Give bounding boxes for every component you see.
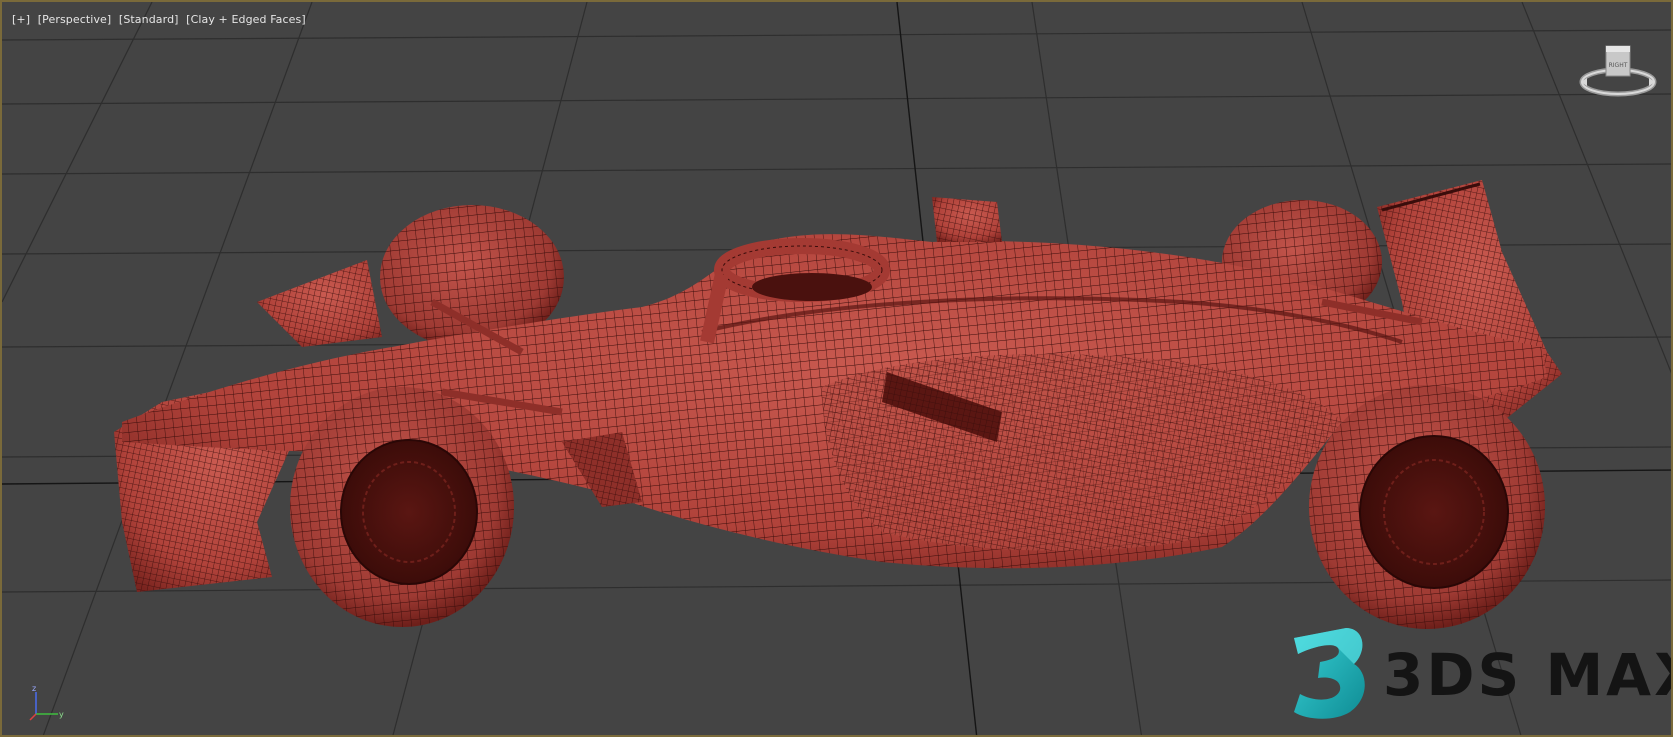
viewport-point-of-view-menu[interactable]: [Perspective] — [38, 13, 112, 26]
viewport-label-menu: [+] [Perspective] [Standard] [Clay + Edg… — [12, 13, 310, 26]
viewcube-face-label: RIGHT — [1609, 62, 1628, 69]
svg-text:3: 3 — [1329, 679, 1330, 681]
axis-y-label: y — [59, 710, 64, 719]
viewport-shading-quality-menu[interactable]: [Standard] — [119, 13, 179, 26]
near-rear-wheel — [1309, 385, 1545, 629]
axis-z-label: z — [32, 684, 36, 693]
viewcube[interactable]: RIGHT — [1577, 40, 1659, 104]
3ds-max-wordmark: 3DS MAX — [1383, 641, 1673, 709]
perspective-viewport[interactable]: [+] [Perspective] [Standard] [Clay + Edg… — [0, 0, 1673, 737]
f1-car-model[interactable] — [114, 180, 1562, 629]
viewport-display-mode-menu[interactable]: [Clay + Edged Faces] — [186, 13, 306, 26]
viewport-general-menu[interactable]: [+] — [12, 13, 30, 26]
axis-tripod-icon: z y — [29, 684, 64, 721]
near-front-wheel — [290, 387, 514, 627]
3ds-max-logo-icon: 3 — [1294, 628, 1365, 719]
3ds-max-brand-logo: 3 3DS MAX — [1284, 620, 1671, 730]
